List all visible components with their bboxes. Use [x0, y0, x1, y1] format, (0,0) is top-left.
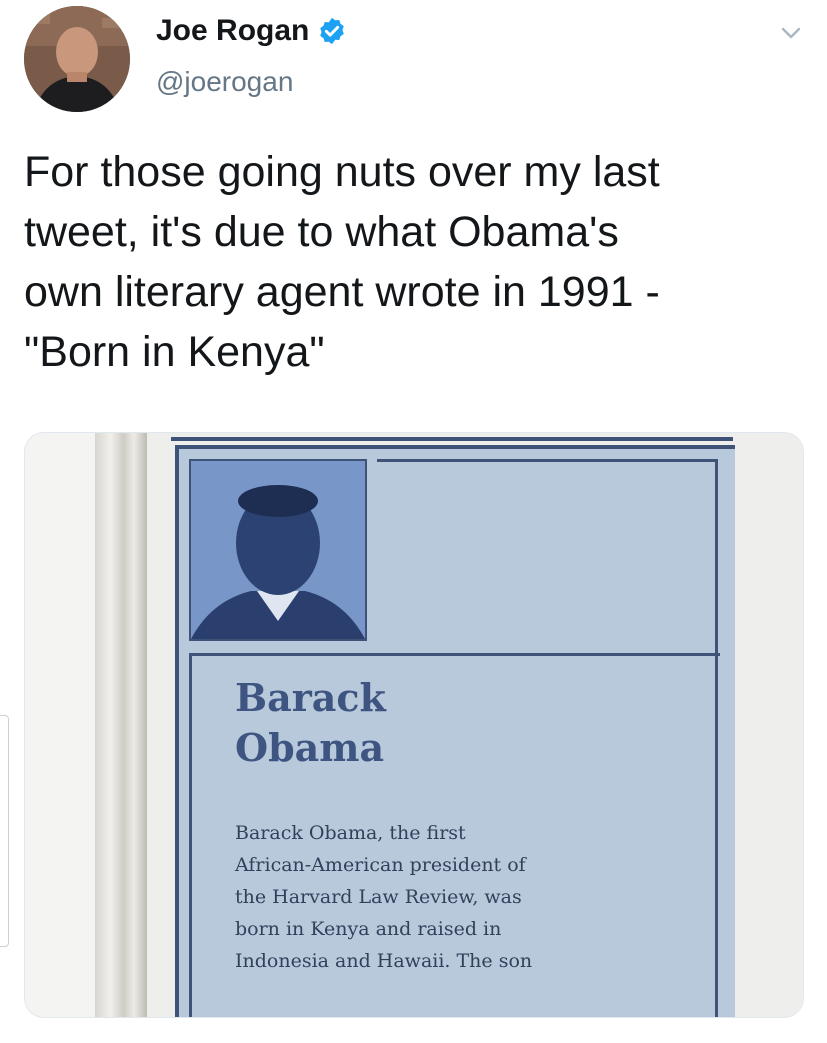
bio-title: Barack Obama: [235, 673, 386, 773]
tweet-line: For those going nuts over my last: [24, 148, 660, 196]
booklet-inner-border: [377, 459, 718, 658]
booklet-border: [171, 437, 733, 441]
tweet-line: tweet, it's due to what Obama's: [24, 208, 619, 256]
tweet-line: own literary agent wrote in 1991 -: [24, 268, 660, 316]
tweet-text: For those going nuts over my last tweet,…: [24, 142, 809, 382]
bio-title-line: Barack: [235, 675, 386, 720]
bio-text: Barack Obama, the first African-American…: [235, 817, 532, 977]
portrait-photo: [189, 459, 367, 641]
bio-text-line: the Harvard Law Review, was: [235, 886, 522, 908]
avatar[interactable]: [24, 6, 130, 112]
author-handle[interactable]: @joerogan: [156, 66, 293, 98]
screen-edge-handle: [0, 715, 9, 947]
tweet-line: "Born in Kenya": [24, 328, 325, 376]
bio-text-line: African-American president of: [235, 854, 526, 876]
author-name[interactable]: Joe Rogan: [156, 14, 347, 48]
tweet-card: Joe Rogan @joerogan For those going nuts…: [0, 0, 827, 1043]
tweet-media-image[interactable]: Barack Obama Barack Obama, the first Afr…: [24, 432, 804, 1018]
chevron-down-icon[interactable]: [778, 20, 804, 46]
author-name-text: Joe Rogan: [156, 14, 310, 47]
verified-badge-icon: [320, 17, 345, 45]
bio-text-line: born in Kenya and raised in: [235, 918, 502, 940]
bio-text-line: Indonesia and Hawaii. The son: [235, 950, 533, 972]
booklet-spine: [95, 433, 147, 1017]
bio-text-line: Barack Obama, the first: [235, 822, 466, 844]
bio-title-line: Obama: [235, 725, 385, 770]
